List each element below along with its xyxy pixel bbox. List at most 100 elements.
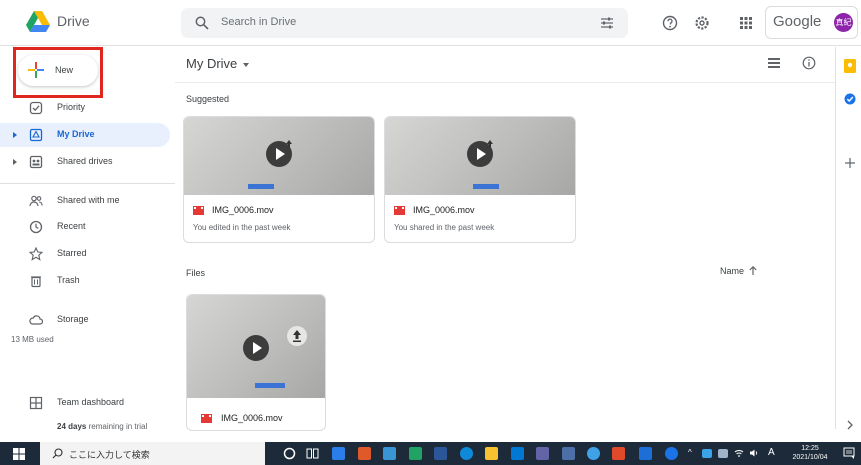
star-icon [29, 247, 43, 261]
sort-by-name-button[interactable]: Name [720, 266, 744, 276]
video-file-icon [193, 206, 204, 215]
file-activity: You edited in the past week [193, 223, 291, 232]
priority-icon [29, 101, 43, 115]
search-icon [52, 448, 63, 459]
recent-icon [29, 220, 43, 234]
excel-icon[interactable] [409, 447, 422, 460]
sidebar-item-label: Recent [57, 221, 86, 231]
google-brand: Google [773, 13, 822, 30]
edge-icon[interactable] [460, 447, 473, 460]
sidebar-item-label: Shared with me [57, 195, 120, 205]
upload-icon [286, 140, 292, 147]
storage-used-text: 13 MB used [11, 335, 54, 344]
video-file-icon [394, 206, 405, 215]
page-title[interactable]: My Drive [186, 56, 250, 71]
taskbar-search-input[interactable]: ここに入力して検索 [69, 448, 150, 461]
tray-chevron-up-icon[interactable]: ^ [688, 448, 692, 457]
upload-icon [287, 326, 307, 346]
file-card[interactable]: IMG_0006.mov [186, 294, 326, 431]
video-file-icon [201, 414, 212, 423]
word-icon[interactable] [434, 447, 447, 460]
file-name: IMG_0006.mov [221, 413, 283, 423]
sidebar-item-trash[interactable]: Trash [0, 269, 170, 293]
wifi-icon[interactable] [734, 448, 744, 458]
sidebar-item-shared-drives[interactable]: Shared drives [0, 150, 170, 174]
shared-with-me-icon [29, 195, 43, 207]
outlook-icon[interactable] [511, 447, 524, 460]
sidebar-divider [0, 183, 175, 184]
thumb-button-shape [248, 184, 274, 189]
expand-arrow-icon[interactable] [13, 159, 17, 165]
apps-grid-icon[interactable] [738, 15, 754, 31]
annotation-highlight-box [13, 47, 103, 98]
windows-start-icon[interactable] [13, 448, 25, 460]
taskbar-app-icon[interactable] [639, 447, 652, 460]
video-thumbnail [187, 295, 325, 398]
sidebar-item-starred[interactable]: Starred [0, 242, 170, 266]
acrobat-icon[interactable] [612, 447, 625, 460]
taskbar-app-icon[interactable] [587, 447, 600, 460]
windows-taskbar: ここに入力して検索 ^ A 12:25 2021/10/04 [0, 442, 861, 465]
sidebar-item-label: Team dashboard [57, 397, 125, 407]
taskbar-clock[interactable]: 12:25 2021/10/04 [790, 444, 830, 462]
video-thumbnail [184, 117, 374, 195]
taskbar-app-icon[interactable] [383, 447, 396, 460]
taskbar-app-icon[interactable] [536, 447, 549, 460]
search-options-icon[interactable] [600, 16, 614, 30]
sidebar-item-my-drive[interactable]: My Drive [0, 123, 170, 147]
search-input[interactable]: Search in Drive [221, 16, 296, 28]
suggested-file-card[interactable]: IMG_0006.mov You shared in the past week [384, 116, 576, 243]
sidebar-item-label: Shared drives [57, 156, 113, 166]
thumb-button-shape [473, 184, 499, 189]
trial-remaining-text: 24 days remaining in trial [57, 422, 147, 431]
chevron-down-icon [243, 62, 250, 67]
clock-time: 12:25 [801, 445, 819, 452]
list-view-icon[interactable] [767, 56, 781, 70]
sidebar-item-recent[interactable]: Recent [0, 215, 170, 239]
notification-icon[interactable] [843, 447, 855, 459]
page-title-text: My Drive [186, 56, 238, 71]
chevron-right-icon[interactable] [846, 420, 854, 430]
task-view-icon[interactable] [306, 447, 319, 460]
cloud-icon [29, 315, 43, 325]
video-thumbnail [385, 117, 575, 195]
search-icon[interactable] [195, 16, 209, 30]
expand-arrow-icon[interactable] [13, 132, 17, 138]
dashboard-icon [29, 396, 43, 410]
cortana-icon[interactable] [283, 447, 296, 460]
tray-app-icon[interactable] [702, 449, 712, 458]
sidebar-item-storage[interactable]: Storage [0, 308, 170, 332]
battery-icon[interactable] [718, 449, 728, 458]
sidebar-item-team-dashboard[interactable]: Team dashboard [0, 391, 170, 415]
keep-icon[interactable] [844, 59, 856, 73]
volume-icon[interactable] [749, 448, 759, 458]
add-addon-icon[interactable] [844, 157, 856, 169]
sidebar-item-label: Priority [57, 102, 86, 112]
app-name[interactable]: Drive [57, 13, 90, 29]
suggested-file-card[interactable]: IMG_0006.mov You edited in the past week [183, 116, 375, 243]
taskbar-app-icon[interactable] [332, 447, 345, 460]
tasks-icon[interactable] [844, 93, 856, 105]
settings-icon[interactable] [694, 15, 710, 31]
info-icon[interactable] [802, 56, 816, 70]
sidebar-item-label: Trash [57, 275, 80, 285]
chrome-icon[interactable] [665, 447, 678, 460]
suggested-heading: Suggested [186, 94, 230, 104]
files-heading: Files [186, 268, 206, 278]
sort-ascending-icon[interactable] [748, 265, 758, 276]
ime-indicator[interactable]: A [768, 447, 775, 458]
taskbar-app-icon[interactable] [358, 447, 371, 460]
search-bar[interactable]: Search in Drive [181, 8, 628, 38]
taskbar-app-icon[interactable] [562, 447, 575, 460]
side-panel [835, 47, 861, 430]
sidebar-item-shared-with-me[interactable]: Shared with me [0, 189, 170, 213]
drive-logo-icon[interactable] [26, 11, 50, 33]
file-explorer-icon[interactable] [485, 447, 498, 460]
sidebar-item-priority[interactable]: Priority [0, 96, 170, 120]
avatar[interactable]: 真紀 [834, 13, 853, 32]
thumb-button-shape [255, 383, 285, 388]
sidebar-item-label: Starred [57, 248, 87, 258]
taskbar-search[interactable]: ここに入力して検索 [40, 442, 265, 465]
help-icon[interactable] [662, 15, 678, 31]
shared-drives-icon [29, 155, 43, 169]
